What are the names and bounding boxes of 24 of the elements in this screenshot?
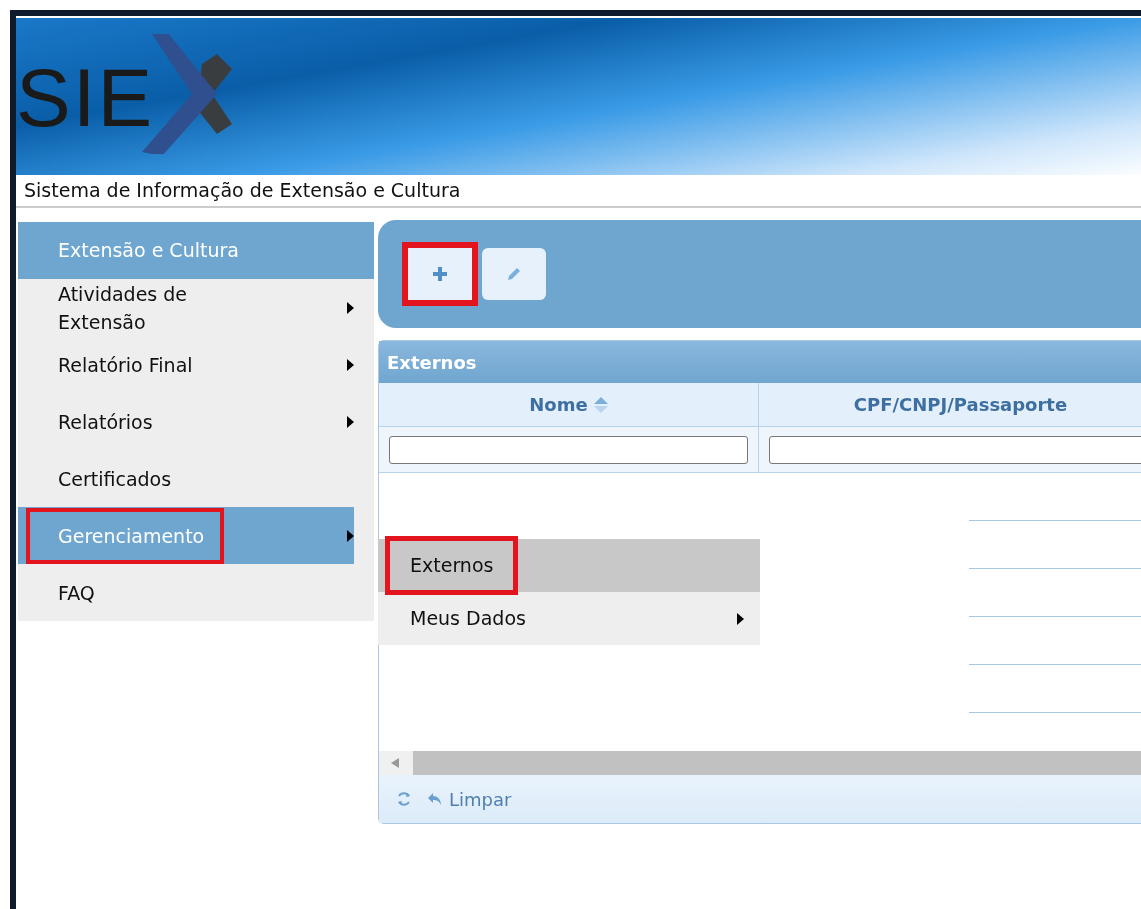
scroll-left-icon	[391, 758, 399, 768]
filter-field[interactable]	[769, 435, 1141, 464]
grid-title: Externos	[379, 341, 1141, 383]
submenu-item[interactable]: Meus Dados	[378, 592, 760, 645]
edit-button[interactable]	[482, 248, 546, 300]
refresh-icon[interactable]	[395, 790, 413, 808]
column-header[interactable]: CPF/CNPJ/Passaporte	[759, 383, 1141, 426]
horizontal-scrollbar[interactable]	[379, 751, 1141, 775]
pencil-icon	[506, 266, 522, 282]
filter-field[interactable]	[389, 435, 748, 464]
sort-icon	[593, 396, 608, 413]
clear-button[interactable]: Limpar	[427, 785, 512, 813]
menu-item[interactable]: Atividades de Extensão	[18, 279, 354, 336]
undo-icon	[427, 792, 443, 806]
logo-text: SIE	[16, 57, 155, 139]
menu-item[interactable]: Relatório Final	[18, 336, 354, 393]
submenu-item[interactable]: Externos	[378, 539, 760, 592]
menu-item[interactable]: Relatórios	[18, 393, 354, 450]
column-header[interactable]: Nome	[379, 383, 759, 426]
menu-item[interactable]: FAQ	[18, 564, 354, 621]
menu-item[interactable]: Certificados	[18, 450, 354, 507]
plus-icon	[432, 266, 448, 282]
subtitle: Sistema de Informação de Extensão e Cultura	[16, 175, 1141, 208]
sidebar-title: Extensão e Cultura	[18, 222, 374, 279]
